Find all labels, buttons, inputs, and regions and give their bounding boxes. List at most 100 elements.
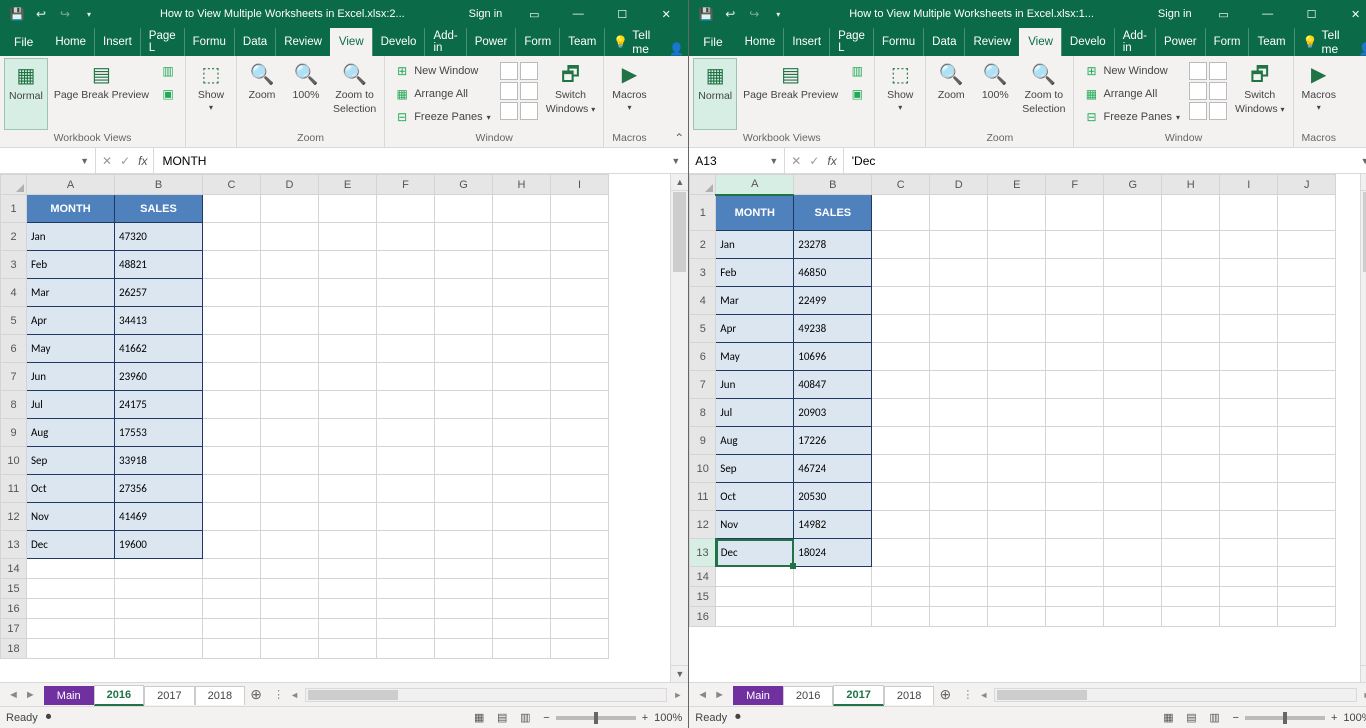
cell[interactable] — [435, 599, 493, 619]
cell[interactable] — [377, 503, 435, 531]
cell[interactable] — [551, 447, 609, 475]
cell[interactable]: Feb — [716, 259, 794, 287]
cell[interactable] — [319, 639, 377, 659]
row-header[interactable]: 5 — [1, 307, 27, 335]
cell[interactable]: 27356 — [115, 475, 203, 503]
row-header[interactable]: 1 — [690, 195, 716, 231]
cell[interactable] — [988, 231, 1046, 259]
tab-data[interactable]: Data — [923, 28, 964, 56]
cell[interactable] — [319, 475, 377, 503]
cell[interactable] — [319, 195, 377, 223]
row-header[interactable]: 4 — [690, 287, 716, 315]
cell[interactable] — [261, 599, 319, 619]
cell[interactable] — [551, 579, 609, 599]
cell[interactable] — [1046, 343, 1104, 371]
cell[interactable] — [493, 503, 551, 531]
cell[interactable] — [1104, 399, 1162, 427]
cell[interactable] — [988, 427, 1046, 455]
cell[interactable] — [1046, 427, 1104, 455]
cell[interactable] — [1046, 483, 1104, 511]
cell[interactable] — [1104, 371, 1162, 399]
col-header[interactable]: B — [794, 175, 872, 195]
tab-home[interactable]: Home — [47, 28, 94, 56]
cell[interactable] — [551, 223, 609, 251]
row-header[interactable]: 8 — [690, 399, 716, 427]
cell[interactable] — [872, 259, 930, 287]
cell[interactable] — [930, 455, 988, 483]
scroll-thumb[interactable] — [1363, 192, 1366, 272]
cell[interactable] — [435, 475, 493, 503]
select-all-triangle[interactable] — [1, 175, 27, 195]
signin-link[interactable]: Sign in — [459, 8, 513, 20]
viewside-icon[interactable] — [520, 62, 538, 80]
page-layout-button[interactable]: ▥ — [846, 60, 868, 82]
fx-icon[interactable]: fx — [138, 154, 147, 168]
sheet-tab-2017[interactable]: 2017 — [833, 685, 883, 706]
row-header[interactable]: 7 — [1, 363, 27, 391]
row-header[interactable]: 2 — [690, 231, 716, 259]
cell[interactable]: Apr — [27, 307, 115, 335]
cell[interactable] — [794, 587, 872, 607]
cell[interactable] — [493, 391, 551, 419]
cell[interactable]: Jun — [716, 371, 794, 399]
spreadsheet-grid[interactable]: A B C D E F G H I J 1 MONTH SALES2 Jan 2… — [689, 174, 1359, 682]
cell[interactable] — [794, 567, 872, 587]
cell[interactable] — [988, 455, 1046, 483]
cell[interactable] — [930, 287, 988, 315]
cell[interactable] — [1220, 231, 1278, 259]
cell[interactable] — [988, 399, 1046, 427]
normal-view-button[interactable]: ▦Normal — [693, 58, 737, 130]
cell[interactable] — [1220, 587, 1278, 607]
cell[interactable] — [1162, 231, 1220, 259]
new-window-button[interactable]: ⊞New Window — [1080, 60, 1183, 82]
row-header[interactable]: 9 — [1, 419, 27, 447]
zoom-slider[interactable] — [1245, 716, 1325, 720]
cell[interactable] — [1278, 371, 1336, 399]
cell[interactable] — [203, 559, 261, 579]
cell[interactable] — [1278, 259, 1336, 287]
cell[interactable] — [493, 195, 551, 223]
cell[interactable]: 17226 — [794, 427, 872, 455]
tab-review[interactable]: Review — [275, 28, 330, 56]
cell[interactable] — [493, 335, 551, 363]
cell[interactable] — [551, 639, 609, 659]
zoom-in-button[interactable]: + — [1331, 712, 1337, 724]
save-icon[interactable]: 💾 — [6, 3, 28, 25]
cell[interactable]: Dec — [716, 539, 794, 567]
cell[interactable] — [1278, 315, 1336, 343]
cell[interactable] — [988, 343, 1046, 371]
tab-formulas[interactable]: Formu — [873, 28, 923, 56]
cell[interactable] — [1162, 455, 1220, 483]
cell[interactable] — [377, 195, 435, 223]
freeze-panes-button[interactable]: ⊟Freeze Panes ▾ — [1080, 106, 1183, 128]
row-header[interactable]: 4 — [1, 279, 27, 307]
custom-views-button[interactable]: ▣ — [157, 83, 179, 105]
new-sheet-button[interactable]: ⊕ — [245, 686, 267, 703]
row-header[interactable]: 16 — [1, 599, 27, 619]
cell[interactable]: 47320 — [115, 223, 203, 251]
cell[interactable] — [1162, 539, 1220, 567]
row-header[interactable]: 15 — [690, 587, 716, 607]
zoom-to-selection-button[interactable]: 🔍Zoom toSelection — [1018, 58, 1069, 130]
cell[interactable] — [1104, 455, 1162, 483]
split-icon[interactable] — [500, 62, 518, 80]
sheet-tab-2018[interactable]: 2018 — [884, 686, 934, 705]
cell[interactable]: Sep — [716, 455, 794, 483]
cell[interactable]: Aug — [716, 427, 794, 455]
cell[interactable] — [203, 279, 261, 307]
cell[interactable] — [377, 251, 435, 279]
cell[interactable] — [872, 587, 930, 607]
cell[interactable] — [1220, 259, 1278, 287]
cell[interactable] — [551, 475, 609, 503]
cell[interactable] — [551, 195, 609, 223]
horizontal-scrollbar[interactable] — [305, 688, 667, 702]
share-icon[interactable]: 👤 — [665, 42, 688, 56]
cell[interactable]: Nov — [716, 511, 794, 539]
cell[interactable] — [1220, 371, 1278, 399]
fx-icon[interactable]: fx — [827, 154, 836, 168]
cell[interactable] — [493, 559, 551, 579]
cell[interactable] — [1046, 587, 1104, 607]
cell[interactable] — [377, 307, 435, 335]
cell[interactable] — [203, 195, 261, 223]
cell[interactable] — [115, 579, 203, 599]
